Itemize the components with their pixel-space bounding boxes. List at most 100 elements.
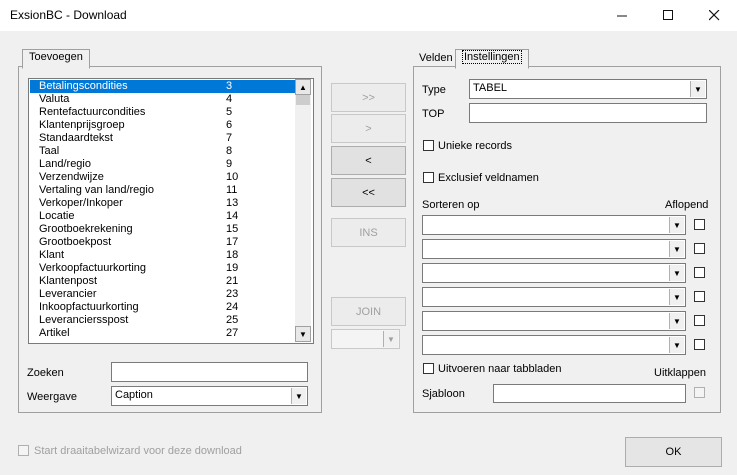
chevron-down-icon[interactable]: ▼: [669, 265, 684, 281]
scroll-thumb[interactable]: [296, 95, 310, 105]
list-item[interactable]: Grootboekpost 17: [30, 236, 296, 249]
maximize-icon[interactable]: [645, 0, 691, 31]
list-item-number: 13: [226, 197, 239, 209]
top-label: TOP: [422, 108, 445, 120]
list-item-label: Grootboekrekening: [39, 223, 133, 235]
list-item[interactable]: Leveranciersspost 25: [30, 314, 296, 327]
chevron-down-icon[interactable]: ▼: [291, 388, 306, 404]
sort-field-select[interactable]: ▼: [422, 215, 686, 235]
ok-button[interactable]: OK: [625, 437, 722, 467]
list-item-label: Verkoopfactuurkorting: [39, 262, 147, 274]
join-select[interactable]: ▼: [331, 329, 400, 349]
tab-velden-label: Velden: [419, 52, 453, 64]
list-item-label: Leveranciersspost: [39, 314, 129, 326]
list-item-number: 15: [226, 223, 239, 235]
list-item[interactable]: Betalingscondities 3: [30, 80, 296, 93]
table-list[interactable]: Betalingscondities 3 Valuta 4 Rentefactuurco…: [28, 78, 314, 344]
list-item[interactable]: Klant 18: [30, 249, 296, 262]
aflopend-checkbox[interactable]: [694, 339, 705, 350]
list-item-label: Land/regio: [39, 158, 91, 170]
type-select[interactable]: TABEL ▼: [469, 79, 707, 99]
add-one-button[interactable]: >: [331, 114, 406, 143]
aflopend-checkbox[interactable]: [694, 291, 705, 302]
list-item[interactable]: Klantenpost 21: [30, 275, 296, 288]
chevron-down-icon[interactable]: ▼: [669, 313, 684, 329]
aflopend-checkbox[interactable]: [694, 219, 705, 230]
pivot-wizard-label: Start draaitabelwizard voor deze downloa…: [34, 445, 242, 457]
join-button[interactable]: JOIN: [331, 297, 406, 326]
list-item[interactable]: Klantenprijsgroep 6: [30, 119, 296, 132]
exclusief-veldnamen-label: Exclusief veldnamen: [438, 172, 539, 184]
list-item-label: Verzendwijze: [39, 171, 104, 183]
list-item-number: 27: [226, 327, 239, 339]
list-item[interactable]: Rentefactuurcondities 5: [30, 106, 296, 119]
scroll-up-icon[interactable]: ▲: [295, 79, 311, 95]
scroll-down-icon[interactable]: ▼: [295, 326, 311, 342]
chevron-down-icon[interactable]: ▼: [669, 241, 684, 257]
sort-field-select[interactable]: ▼: [422, 239, 686, 259]
remove-all-button[interactable]: <<: [331, 178, 406, 207]
list-item-number: 14: [226, 210, 239, 222]
sort-field-select[interactable]: ▼: [422, 311, 686, 331]
list-item-label: Klantenprijsgroep: [39, 119, 125, 131]
minimize-icon[interactable]: [599, 0, 645, 31]
chevron-down-icon[interactable]: ▼: [669, 217, 684, 233]
list-item[interactable]: Leverancier 23: [30, 288, 296, 301]
list-item-number: 4: [226, 93, 233, 105]
tab-instellingen-label: Instellingen: [462, 50, 522, 64]
list-item[interactable]: Taal 8: [30, 145, 296, 158]
list-item-number: 19: [226, 262, 239, 274]
aflopend-checkbox[interactable]: [694, 267, 705, 278]
list-item[interactable]: Verkoopfactuurkorting 19: [30, 262, 296, 275]
chevron-down-icon[interactable]: ▼: [669, 337, 684, 353]
list-item-label: Grootboekpost: [39, 236, 112, 248]
list-scrollbar[interactable]: [295, 79, 311, 341]
add-all-button[interactable]: >>: [331, 83, 406, 112]
list-item-label: Leverancier: [39, 288, 97, 300]
sjabloon-label: Sjabloon: [422, 388, 465, 400]
list-item[interactable]: Verkoper/Inkoper 13: [30, 197, 296, 210]
list-item[interactable]: Inkoopfactuurkorting 24: [30, 301, 296, 314]
chevron-down-icon[interactable]: ▼: [383, 331, 398, 347]
ins-button[interactable]: INS: [331, 218, 406, 247]
weergave-select[interactable]: Caption ▼: [111, 386, 308, 406]
list-item-label: Betalingscondities: [39, 80, 128, 92]
list-item-label: Rentefactuurcondities: [39, 106, 146, 118]
unieke-records-checkbox[interactable]: [423, 140, 434, 151]
sjabloon-input[interactable]: [493, 384, 686, 403]
uitklappen-checkbox[interactable]: [694, 387, 705, 398]
list-item-label: Klant: [39, 249, 65, 261]
list-item[interactable]: Locatie 14: [30, 210, 296, 223]
unieke-records-label: Unieke records: [438, 140, 512, 152]
top-input[interactable]: [469, 103, 707, 123]
aflopend-checkbox[interactable]: [694, 315, 705, 326]
uitvoeren-tabbladen-label: Uitvoeren naar tabbladen: [438, 363, 562, 375]
uitvoeren-tabbladen-checkbox[interactable]: [423, 363, 434, 374]
list-item[interactable]: Vertaling van land/regio 11: [30, 184, 296, 197]
zoeken-input[interactable]: [111, 362, 308, 382]
list-item-number: 10: [226, 171, 239, 183]
aflopend-checkbox[interactable]: [694, 243, 705, 254]
pivot-wizard-checkbox[interactable]: [18, 445, 29, 456]
list-item-number: 9: [226, 158, 233, 170]
list-item[interactable]: Verzendwijze 10: [30, 171, 296, 184]
tab-instellingen[interactable]: Instellingen: [455, 49, 529, 69]
list-item[interactable]: Grootboekrekening 15: [30, 223, 296, 236]
zoeken-label: Zoeken: [27, 367, 64, 379]
list-item[interactable]: Land/regio 9: [30, 158, 296, 171]
list-item[interactable]: Valuta 4: [30, 93, 296, 106]
chevron-down-icon[interactable]: ▼: [690, 81, 705, 97]
sort-field-select[interactable]: ▼: [422, 287, 686, 307]
chevron-down-icon[interactable]: ▼: [669, 289, 684, 305]
remove-one-button[interactable]: <: [331, 146, 406, 175]
exclusief-veldnamen-checkbox[interactable]: [423, 172, 434, 183]
sort-field-select[interactable]: ▼: [422, 335, 686, 355]
close-icon[interactable]: [691, 0, 737, 31]
list-item[interactable]: Artikel 27: [30, 327, 296, 340]
sort-field-select[interactable]: ▼: [422, 263, 686, 283]
list-item[interactable]: Standaardtekst 7: [30, 132, 296, 145]
tab-velden[interactable]: Velden: [413, 51, 459, 67]
list-item-label: Valuta: [39, 93, 70, 105]
list-item-number: 11: [226, 184, 238, 196]
tab-toevoegen[interactable]: Toevoegen: [22, 49, 90, 69]
